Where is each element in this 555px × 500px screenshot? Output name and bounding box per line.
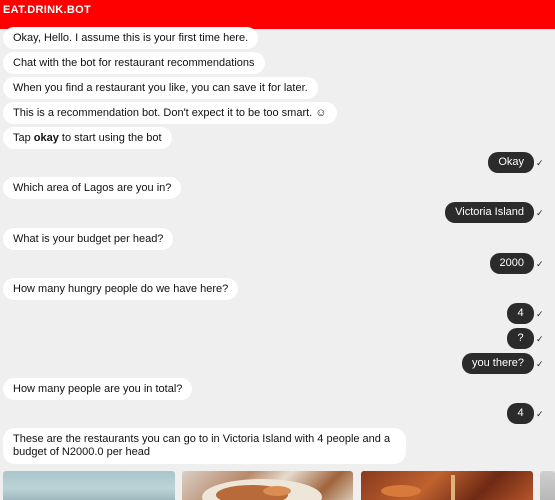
message-text: 4 bbox=[517, 407, 524, 419]
message-text: Okay, Hello. I assume this is your first… bbox=[13, 32, 249, 44]
user-message: Okay bbox=[488, 152, 534, 173]
message-text: ? bbox=[517, 332, 524, 344]
food-plate-icon bbox=[202, 479, 322, 500]
delivered-check-icon: ✓ bbox=[536, 209, 544, 219]
delivered-check-icon: ✓ bbox=[536, 310, 544, 320]
user-message: 4 bbox=[507, 403, 534, 424]
message-text: How many people are you in total? bbox=[13, 383, 183, 395]
message-text: How many hungry people do we have here? bbox=[13, 283, 229, 295]
message-text: to start using the bot bbox=[58, 132, 162, 144]
bot-message: Tap okay to start using the bot bbox=[3, 127, 172, 149]
okay-keyword: okay bbox=[33, 132, 59, 144]
restaurant-card-image[interactable] bbox=[540, 471, 555, 500]
delivered-check-icon: ✓ bbox=[536, 410, 544, 420]
bot-message: This is a recommendation bot. Don't expe… bbox=[3, 102, 337, 124]
message-text: Victoria Island bbox=[455, 206, 524, 218]
restaurant-card-image[interactable] bbox=[361, 471, 533, 500]
delivered-check-icon: ✓ bbox=[536, 260, 544, 270]
user-message: 4 bbox=[507, 303, 534, 324]
bot-message: Chat with the bot for restaurant recomme… bbox=[3, 52, 265, 74]
user-message: you there? bbox=[462, 353, 534, 374]
message-text: When you find a restaurant you like, you… bbox=[13, 82, 308, 94]
message-text: Chat with the bot for restaurant recomme… bbox=[13, 57, 255, 69]
bot-message: When you find a restaurant you like, you… bbox=[3, 77, 318, 99]
bot-message: What is your budget per head? bbox=[3, 228, 174, 250]
message-text: These are the restaurants you can go to … bbox=[13, 433, 391, 458]
message-text: This is a recommendation bot. Don't expe… bbox=[13, 107, 327, 119]
delivered-check-icon: ✓ bbox=[536, 360, 544, 370]
delivered-check-icon: ✓ bbox=[536, 335, 544, 345]
bot-message: How many hungry people do we have here? bbox=[3, 278, 239, 300]
user-message: ? bbox=[507, 328, 534, 349]
message-text: 4 bbox=[517, 307, 524, 319]
message-text: you there? bbox=[472, 357, 524, 369]
bot-message: Which area of Lagos are you in? bbox=[3, 177, 182, 199]
message-text: 2000 bbox=[499, 257, 524, 269]
app-title: EAT.DRINK.BOT bbox=[3, 4, 92, 16]
bot-message: How many people are you in total? bbox=[3, 378, 193, 400]
app-header: EAT.DRINK.BOT bbox=[0, 0, 555, 29]
restaurant-card-image[interactable] bbox=[182, 471, 353, 500]
bot-message: These are the restaurants you can go to … bbox=[3, 428, 406, 464]
restaurant-carousel[interactable] bbox=[0, 471, 555, 500]
bot-message: Okay, Hello. I assume this is your first… bbox=[3, 27, 259, 49]
food-dish-icon bbox=[381, 475, 455, 500]
restaurant-card-image[interactable] bbox=[3, 471, 175, 500]
message-text: What is your budget per head? bbox=[13, 233, 164, 245]
user-message: 2000 bbox=[489, 253, 534, 274]
message-text: Which area of Lagos are you in? bbox=[13, 182, 172, 194]
message-text: Okay bbox=[498, 156, 524, 168]
delivered-check-icon: ✓ bbox=[536, 159, 544, 169]
message-text: Tap bbox=[13, 132, 34, 144]
user-message: Victoria Island bbox=[445, 202, 534, 223]
